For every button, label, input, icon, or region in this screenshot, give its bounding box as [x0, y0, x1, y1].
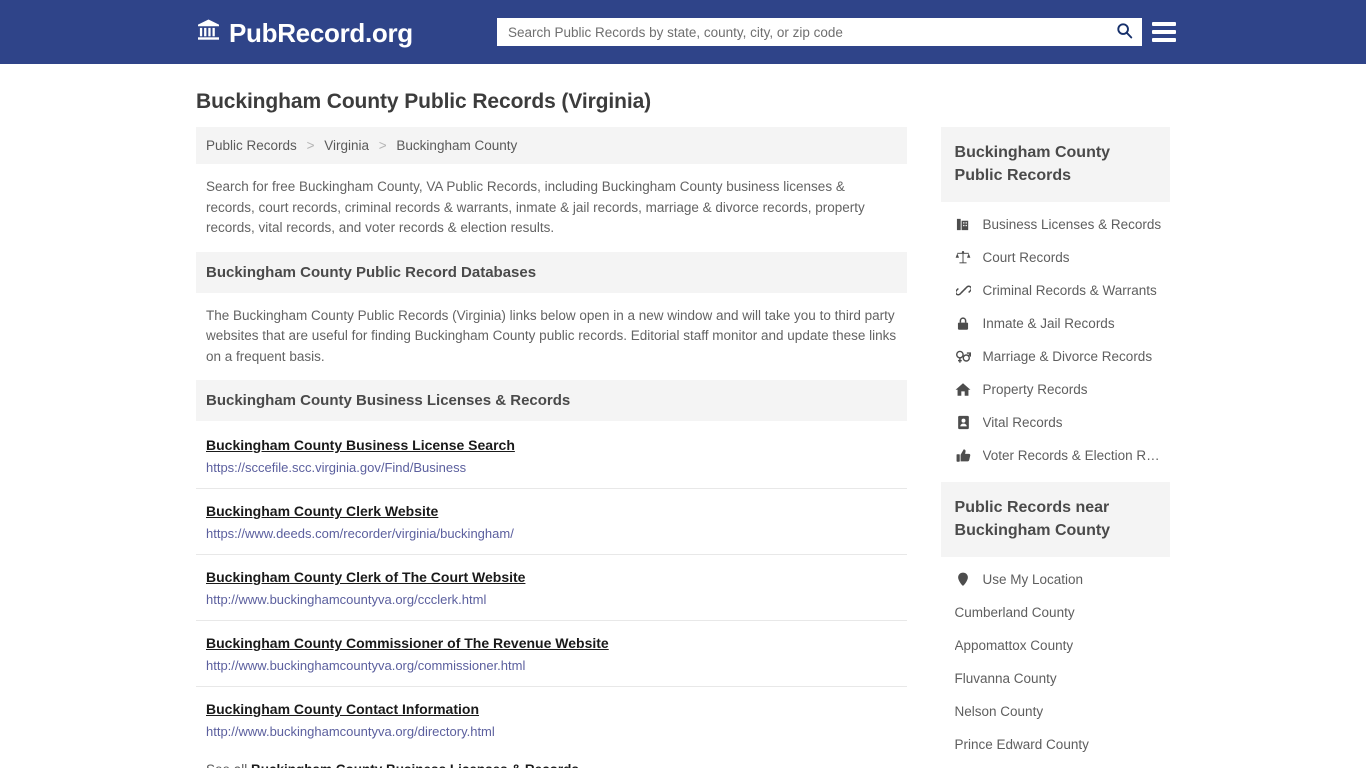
- record-link-list: Buckingham County Business License Searc…: [196, 421, 907, 752]
- content-columns: Public Records > Virginia > Buckingham C…: [196, 127, 1170, 768]
- sidebar-item-prince-edward-county[interactable]: Prince Edward County: [941, 728, 1170, 761]
- sidebar-item-label: Prince Edward County: [954, 737, 1089, 752]
- building-icon: [955, 217, 972, 232]
- record-link-url[interactable]: https://sccefile.scc.virginia.gov/Find/B…: [206, 460, 897, 475]
- venus-mars-icon: [955, 349, 972, 364]
- thumbs-up-icon: [955, 448, 972, 463]
- sidebar-item-label: Nelson County: [954, 704, 1044, 719]
- sidebar: Buckingham County Public Records Busines…: [940, 127, 1170, 768]
- list-item: Buckingham County Clerk of The Court Web…: [196, 555, 907, 621]
- sidebar-item-property-records[interactable]: Property Records: [941, 373, 1170, 406]
- sidebar-item-label: Vital Records: [982, 415, 1063, 430]
- breadcrumb-item-virginia[interactable]: Virginia: [324, 138, 369, 153]
- breadcrumb-separator-2: >: [378, 138, 387, 153]
- sidebar-item-marriage-divorce-records[interactable]: Marriage & Divorce Records: [941, 340, 1170, 373]
- sidebar-item-label: Voter Records & Election R…: [982, 448, 1160, 463]
- sidebar-item-business-licenses[interactable]: Business Licenses & Records: [941, 208, 1170, 241]
- site-header: PubRecord.org: [0, 0, 1366, 64]
- list-item: Buckingham County Commissioner of The Re…: [196, 621, 907, 687]
- sidebar-item-label: Cumberland County: [954, 605, 1075, 620]
- list-item: Buckingham County Clerk Website https://…: [196, 489, 907, 555]
- sidebar-item-vital-records[interactable]: Vital Records: [941, 406, 1170, 439]
- record-link-title[interactable]: Buckingham County Contact Information: [206, 701, 479, 717]
- hamburger-menu-icon: [1152, 22, 1176, 26]
- sidebar-item-label: Inmate & Jail Records: [982, 316, 1115, 331]
- sidebar-item-label: Appomattox County: [954, 638, 1074, 653]
- map-pin-icon: [955, 572, 972, 587]
- sidebar-nearby-list: Use My Location Cumberland County Appoma…: [941, 557, 1170, 768]
- scales-icon: [955, 250, 972, 265]
- sidebar-item-label: Criminal Records & Warrants: [982, 283, 1157, 298]
- breadcrumb-separator-1: >: [306, 138, 315, 153]
- sidebar-item-use-my-location[interactable]: Use My Location: [941, 563, 1170, 596]
- sidebar-item-label: Court Records: [982, 250, 1070, 265]
- record-link-url[interactable]: https://www.deeds.com/recorder/virginia/…: [206, 526, 897, 541]
- databases-section-heading: Buckingham County Public Record Database…: [196, 251, 907, 293]
- record-link-title[interactable]: Buckingham County Commissioner of The Re…: [206, 635, 609, 651]
- page-container: Buckingham County Public Records (Virgin…: [0, 64, 1366, 768]
- sidebar-item-court-records[interactable]: Court Records: [941, 241, 1170, 274]
- hamburger-bar-2: [1152, 30, 1176, 34]
- page-title: Buckingham County Public Records (Virgin…: [196, 90, 652, 113]
- sidebar-item-appomattox-county[interactable]: Appomattox County: [941, 629, 1170, 662]
- sidebar-item-label: Use My Location: [982, 572, 1084, 587]
- sidebar-item-voter-records[interactable]: Voter Records & Election R…: [941, 439, 1170, 472]
- sidebar-records-list: Business Licenses & Records Court Record…: [941, 202, 1170, 482]
- site-logo-link[interactable]: PubRecord.org: [196, 18, 413, 49]
- id-card-icon: [955, 415, 972, 430]
- sidebar-nearby-heading: Public Records near Buckingham County: [940, 482, 1170, 557]
- see-all-row: See all Buckingham County Business Licen…: [196, 752, 907, 768]
- brand-text: PubRecord.org: [229, 18, 413, 48]
- hamburger-bar-3: [1152, 38, 1176, 42]
- sidebar-item-criminal-records[interactable]: Criminal Records & Warrants: [941, 274, 1170, 307]
- record-link-title[interactable]: Buckingham County Business License Searc…: [206, 437, 515, 453]
- breadcrumb-item-buckingham-county[interactable]: Buckingham County: [396, 138, 517, 153]
- list-item: Buckingham County Contact Information ht…: [196, 687, 907, 752]
- record-link-title[interactable]: Buckingham County Clerk Website: [206, 503, 438, 519]
- breadcrumb-item-public-records[interactable]: Public Records: [206, 138, 297, 153]
- sidebar-records-heading: Buckingham County Public Records: [940, 127, 1170, 202]
- sidebar-item-label: Fluvanna County: [954, 671, 1057, 686]
- record-link-url[interactable]: http://www.buckinghamcountyva.org/direct…: [206, 724, 897, 739]
- sidebar-item-label: Marriage & Divorce Records: [982, 349, 1153, 364]
- sidebar-item-label: Property Records: [982, 382, 1088, 397]
- main-content: Public Records > Virginia > Buckingham C…: [196, 127, 907, 768]
- sidebar-item-nelson-county[interactable]: Nelson County: [941, 695, 1170, 728]
- record-link-title[interactable]: Buckingham County Clerk of The Court Web…: [206, 569, 525, 585]
- sidebar-item-label: Business Licenses & Records: [982, 217, 1162, 232]
- home-icon: [955, 382, 972, 397]
- record-link-url[interactable]: http://www.buckinghamcountyva.org/commis…: [206, 658, 897, 673]
- search-button[interactable]: [1107, 19, 1141, 45]
- see-all-prefix: See all: [206, 762, 247, 768]
- databases-paragraph: The Buckingham County Public Records (Vi…: [206, 307, 897, 364]
- search-icon: [1116, 22, 1133, 42]
- list-item: Buckingham County Business License Searc…: [196, 423, 907, 489]
- record-link-url[interactable]: http://www.buckinghamcountyva.org/cccler…: [206, 592, 897, 607]
- search-bar[interactable]: [497, 18, 1142, 46]
- breadcrumb: Public Records > Virginia > Buckingham C…: [196, 127, 907, 164]
- search-input[interactable]: [498, 19, 1107, 45]
- handcuffs-icon: [955, 283, 972, 298]
- sidebar-item-inmate-jail-records[interactable]: Inmate & Jail Records: [941, 307, 1170, 340]
- see-all-link[interactable]: Buckingham County Business Licenses & Re…: [251, 762, 579, 768]
- lock-icon: [955, 316, 972, 331]
- sidebar-item-fluvanna-county[interactable]: Fluvanna County: [941, 662, 1170, 695]
- intro-paragraph: Search for free Buckingham County, VA Pu…: [206, 179, 865, 235]
- sidebar-item-cumberland-county[interactable]: Cumberland County: [941, 596, 1170, 629]
- bank-icon: [196, 18, 221, 49]
- hamburger-menu-button[interactable]: [1150, 18, 1178, 46]
- records-section-heading: Buckingham County Business Licenses & Re…: [196, 380, 907, 421]
